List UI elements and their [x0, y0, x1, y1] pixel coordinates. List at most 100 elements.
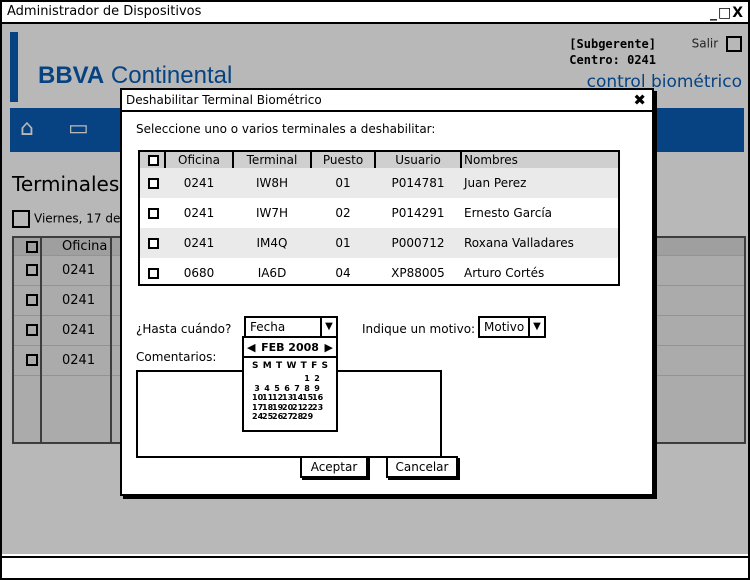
chevron-down-icon[interactable]: ▼ — [320, 318, 336, 336]
calendar-day[interactable]: 17 — [252, 403, 263, 413]
chevron-down-icon[interactable]: ▼ — [528, 318, 544, 336]
cell-puesto: 02 — [335, 206, 351, 220]
window-titlebar: Administrador de Dispositivos _□X — [2, 2, 748, 24]
weekday-label: S — [321, 361, 328, 371]
comments-label: Comentarios: — [136, 350, 217, 364]
cell-puesto: 01 — [335, 236, 351, 250]
calendar-day[interactable]: 27 — [282, 412, 293, 422]
calendar-day[interactable]: 13 — [282, 393, 293, 403]
weekday-label: F — [311, 361, 318, 371]
row-checkbox[interactable] — [147, 177, 159, 189]
cell-nombres: Arturo Cortés — [464, 266, 545, 280]
date-select[interactable]: Fecha ▼ — [244, 316, 338, 338]
cell-usuario: P014291 — [391, 206, 445, 220]
calendar-day[interactable]: 21 — [292, 403, 303, 413]
calendar-empty-day — [282, 374, 292, 384]
calendar-day[interactable]: 18 — [262, 403, 273, 413]
close-icon[interactable]: ✖ — [633, 90, 646, 110]
calendar-day[interactable]: 3 — [252, 384, 262, 394]
calendar-day[interactable]: 15 — [302, 393, 313, 403]
until-label: ¿Hasta cuándo? — [136, 322, 232, 336]
calendar-day[interactable]: 29 — [302, 412, 313, 422]
calendar-day[interactable]: 25 — [262, 412, 273, 422]
reason-select[interactable]: Motivo ▼ — [478, 316, 546, 338]
cell-oficina: 0680 — [183, 266, 215, 280]
calendar-day[interactable]: 8 — [302, 384, 312, 394]
calendar-day[interactable]: 2 — [312, 374, 322, 384]
calendar-day[interactable]: 14 — [292, 393, 303, 403]
calendar-day[interactable]: 1 — [302, 374, 312, 384]
col-puesto: Puesto — [322, 153, 364, 167]
row-checkbox-cell — [146, 228, 160, 258]
col-terminal: Terminal — [246, 153, 298, 167]
cell-usuario: P014781 — [391, 176, 445, 190]
calendar-day[interactable]: 4 — [262, 384, 272, 394]
calendar-day[interactable]: 5 — [272, 384, 282, 394]
calendar-day[interactable]: 24 — [252, 412, 263, 422]
select-all-checkbox[interactable] — [147, 154, 159, 166]
calendar-empty-day — [272, 374, 282, 384]
calendar-day[interactable]: 16 — [312, 393, 323, 403]
app-window: Administrador de Dispositivos _□X BBVA C… — [0, 0, 750, 580]
row-checkbox-cell — [146, 198, 160, 228]
prev-month-icon[interactable]: ◀ — [247, 341, 255, 354]
terminals-table: Oficina Terminal Puesto Usuario Nombres … — [138, 150, 620, 286]
table-row[interactable]: 0241 IW8H 01 P014781 Juan Perez — [140, 168, 618, 198]
cell-terminal: IA6D — [257, 266, 287, 280]
calendar-empty-day — [262, 374, 272, 384]
calendar-day[interactable]: 26 — [272, 412, 283, 422]
cell-nombres: Juan Perez — [464, 176, 527, 190]
calendar-day[interactable]: 23 — [312, 403, 323, 413]
calendar-week-row: 24 25 26 27 28 29 — [252, 412, 322, 422]
cell-usuario: XP88005 — [391, 266, 445, 280]
table-row[interactable]: 0241 IM4Q 01 P000712 Roxana Valladares — [140, 228, 618, 258]
calendar-day[interactable]: 19 — [272, 403, 283, 413]
dialog-instruction: Seleccione uno o varios terminales a des… — [136, 122, 436, 136]
select-all-cell — [146, 152, 160, 168]
cell-oficina: 0241 — [183, 206, 215, 220]
calendar-day[interactable]: 28 — [292, 412, 303, 422]
accept-button[interactable]: Aceptar — [300, 456, 368, 478]
calendar-day[interactable]: 7 — [292, 384, 302, 394]
date-picker-calendar[interactable]: ◀ FEB 2008 ▶ S M T W T F S 1 2 3 4 5 6 7 8 9 10 11… — [242, 336, 338, 432]
calendar-day[interactable]: 22 — [302, 403, 313, 413]
calendar-week-row: 10 11 12 13 14 15 16 — [252, 393, 323, 403]
reason-select-value: Motivo — [484, 320, 525, 334]
calendar-day[interactable]: 6 — [282, 384, 292, 394]
window-controls[interactable]: _□X — [710, 3, 744, 23]
weekday-label: M — [262, 361, 272, 371]
dialog-titlebar: Deshabilitar Terminal Biométrico ✖ — [122, 90, 652, 112]
calendar-week-row: 12 — [252, 374, 322, 384]
app-content: BBVA Continental [Subgerente] Centro: 02… — [2, 24, 748, 554]
next-month-icon[interactable]: ▶ — [325, 341, 333, 354]
date-select-value: Fecha — [250, 320, 286, 334]
cancel-button[interactable]: Cancelar — [386, 456, 458, 478]
header-divider — [460, 152, 462, 168]
row-checkbox-cell — [146, 168, 160, 198]
calendar-empty-day — [312, 412, 322, 422]
disable-terminal-dialog: Deshabilitar Terminal Biométrico ✖ Selec… — [120, 88, 654, 496]
calendar-week-row: 3456789 — [252, 384, 322, 394]
calendar-weekdays: S M T W T F S — [244, 358, 336, 371]
calendar-empty-day — [252, 374, 262, 384]
calendar-day[interactable]: 11 — [262, 393, 273, 403]
table-row[interactable]: 0241 IW7H 02 P014291 Ernesto García — [140, 198, 618, 228]
calendar-day[interactable]: 9 — [312, 384, 322, 394]
calendar-day[interactable]: 12 — [272, 393, 283, 403]
col-oficina: Oficina — [178, 153, 220, 167]
dialog-title: Deshabilitar Terminal Biométrico — [126, 93, 322, 107]
calendar-day[interactable]: 10 — [252, 393, 263, 403]
table-row[interactable]: 0680 IA6D 04 XP88005 Arturo Cortés — [140, 258, 618, 288]
calendar-header: ◀ FEB 2008 ▶ — [244, 338, 336, 358]
row-checkbox[interactable] — [147, 267, 159, 279]
weekday-label: S — [252, 361, 259, 371]
cell-terminal: IW8H — [255, 176, 289, 190]
cell-usuario: P000712 — [391, 236, 445, 250]
calendar-day[interactable]: 20 — [282, 403, 293, 413]
row-checkbox[interactable] — [147, 207, 159, 219]
header-divider — [232, 152, 234, 168]
weekday-label: T — [300, 361, 307, 371]
reason-label: Indique un motivo: — [362, 322, 476, 336]
cell-puesto: 01 — [335, 176, 351, 190]
row-checkbox[interactable] — [147, 237, 159, 249]
